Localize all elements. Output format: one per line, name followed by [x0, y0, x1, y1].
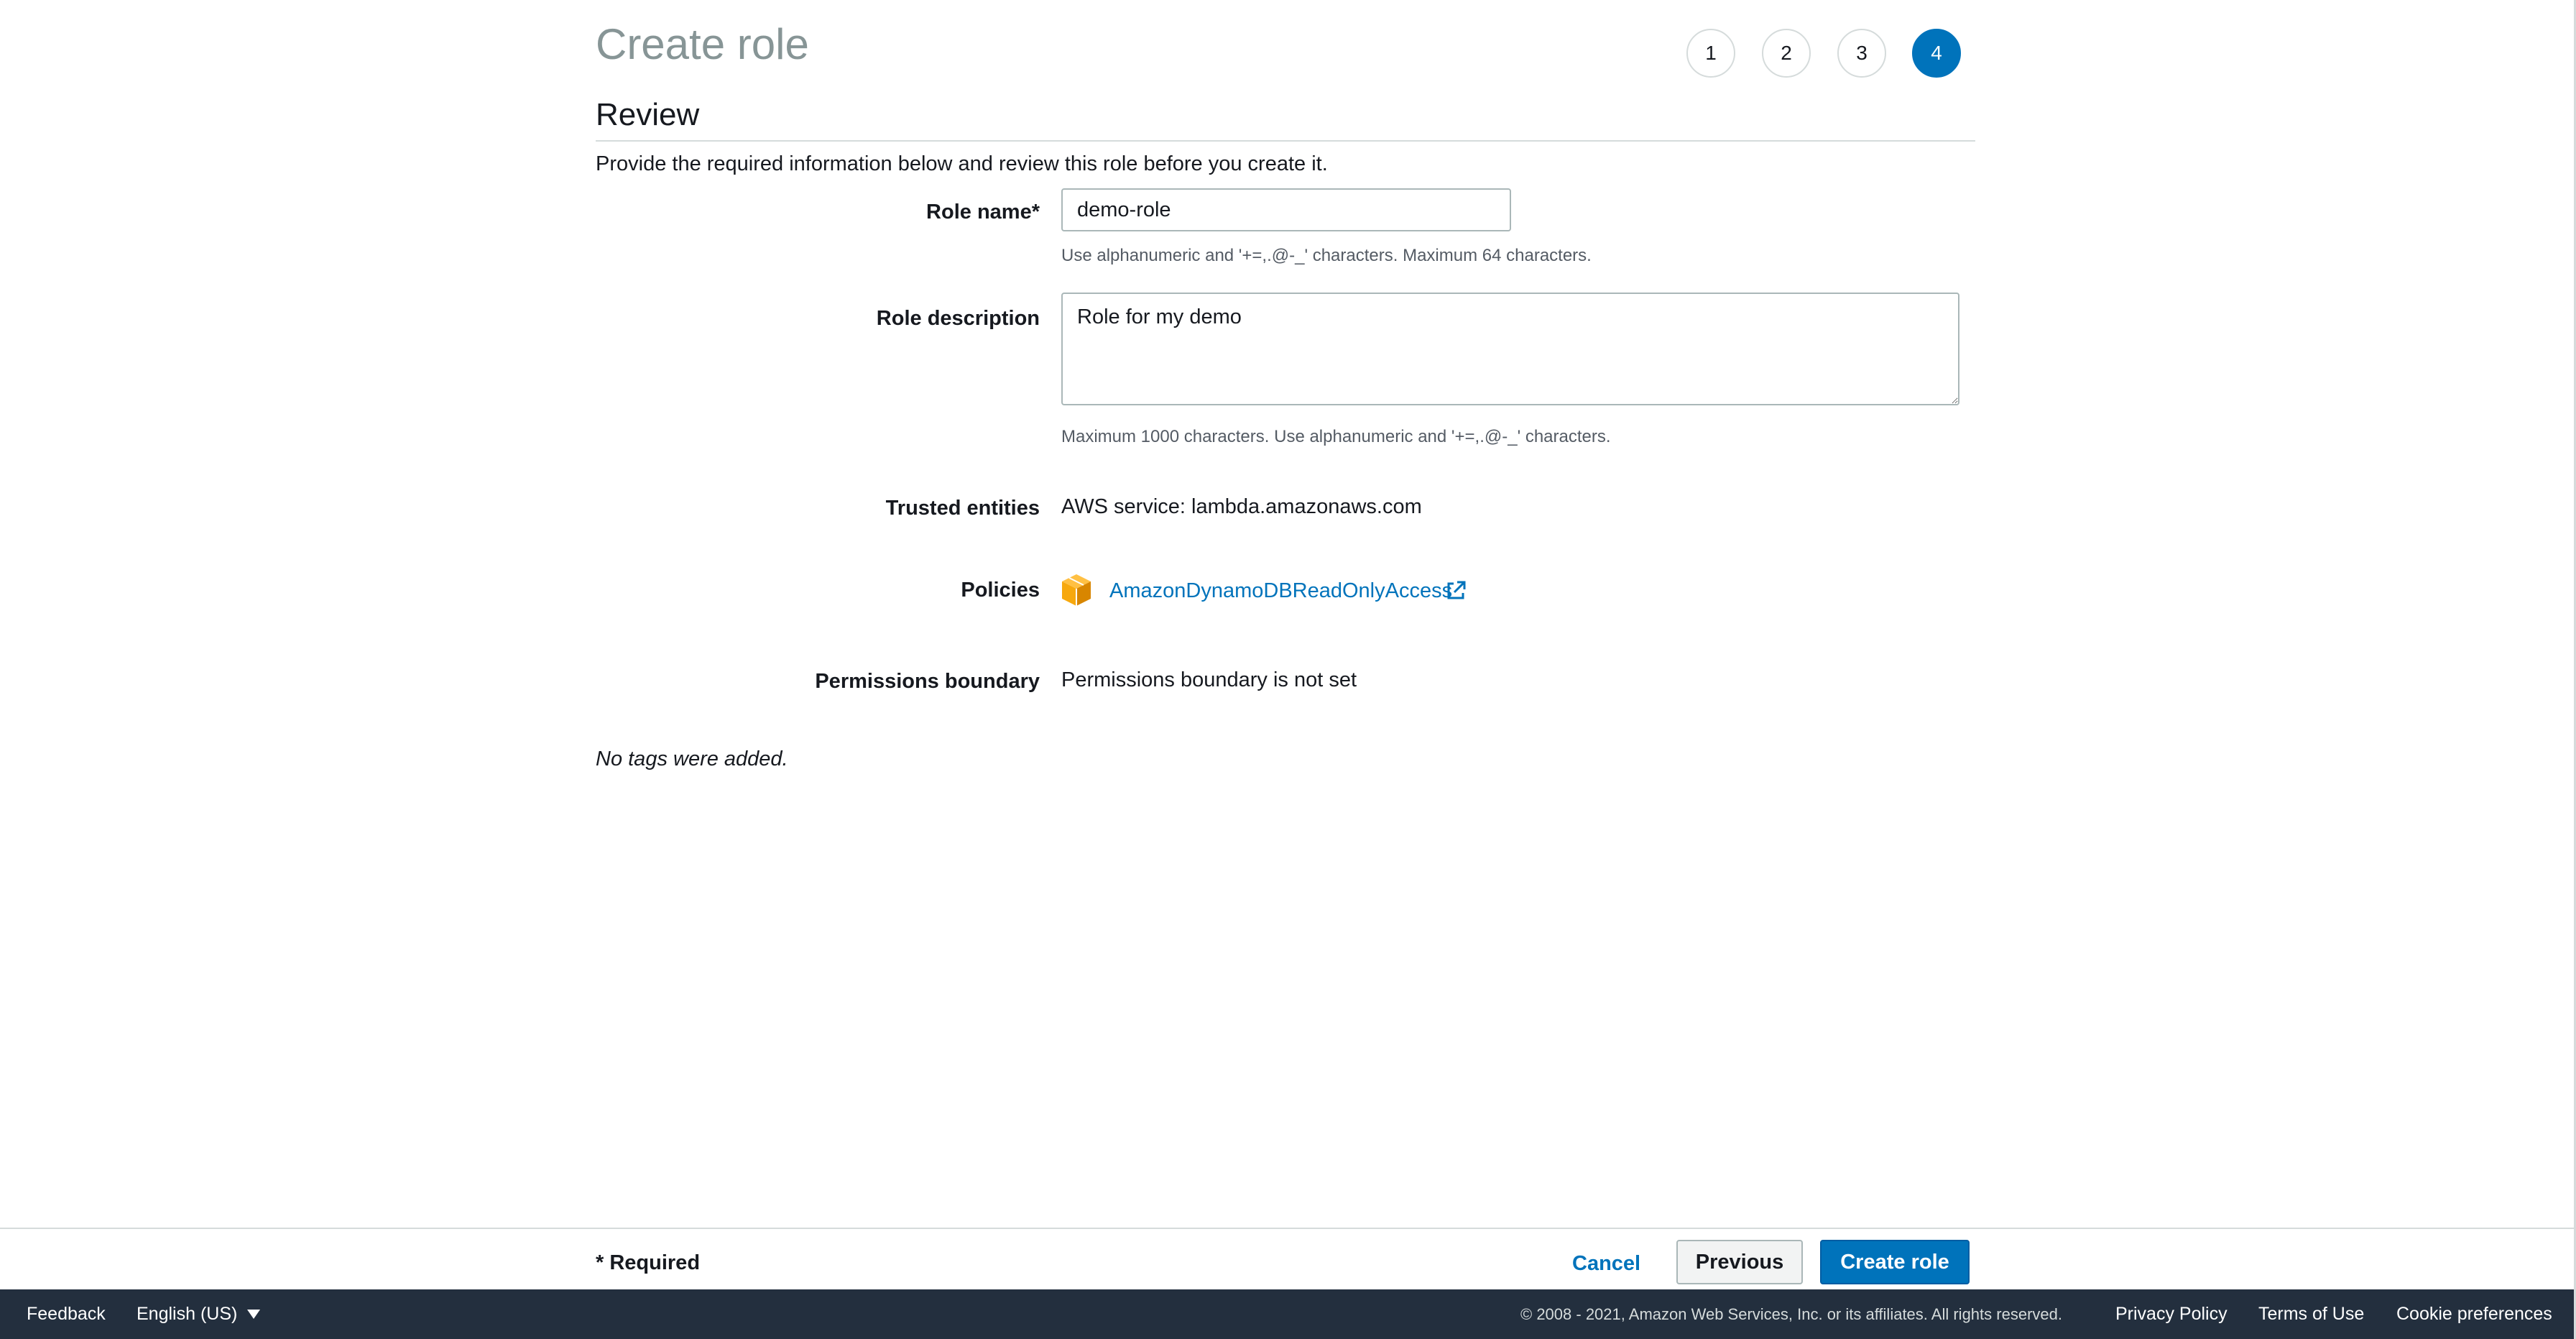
role-name-input[interactable] — [1061, 188, 1511, 231]
section-divider — [596, 140, 1975, 142]
role-description-label: Role description — [876, 307, 1040, 330]
feedback-link[interactable]: Feedback — [27, 1289, 106, 1339]
no-tags-note: No tags were added. — [596, 747, 788, 770]
permissions-boundary-value: Permissions boundary is not set — [1061, 668, 1357, 691]
intro-text: Provide the required information below a… — [596, 152, 1328, 175]
required-note: * Required — [596, 1251, 701, 1274]
create-role-button[interactable]: Create role — [1820, 1240, 1970, 1284]
language-selector[interactable]: English (US) — [137, 1289, 261, 1339]
wizard-action-bar — [0, 1228, 2574, 1291]
policy-link-amazondynamodbreadonlyaccess[interactable]: AmazonDynamoDBReadOnlyAccess — [1109, 576, 1452, 605]
role-description-textarea[interactable]: Role for my demo — [1061, 293, 1959, 405]
cancel-button[interactable]: Cancel — [1558, 1242, 1655, 1285]
wizard-step-2[interactable]: 2 — [1762, 29, 1811, 78]
permissions-boundary-label: Permissions boundary — [815, 670, 1040, 693]
copyright-text: © 2008 - 2021, Amazon Web Services, Inc.… — [1520, 1305, 2062, 1323]
cookie-preferences-link[interactable]: Cookie preferences — [2396, 1289, 2552, 1339]
trusted-entities-value: AWS service: lambda.amazonaws.com — [1061, 495, 1422, 518]
wizard-step-1[interactable]: 1 — [1686, 29, 1735, 78]
previous-button[interactable]: Previous — [1676, 1240, 1803, 1284]
wizard-step-4-current: 4 — [1912, 29, 1961, 78]
console-footer: Feedback English (US) © 2008 - 2021, Ama… — [0, 1289, 2574, 1339]
page-title: Create role — [596, 20, 809, 68]
external-link-icon[interactable] — [1444, 579, 1467, 602]
role-name-hint: Use alphanumeric and '+=,.@-_' character… — [1061, 246, 1592, 265]
section-title: Review — [596, 97, 700, 132]
aws-managed-policy-cube-icon — [1062, 574, 1091, 606]
role-name-label: Role name* — [926, 201, 1040, 224]
role-description-hint: Maximum 1000 characters. Use alphanumeri… — [1061, 427, 1611, 446]
wizard-step-3[interactable]: 3 — [1837, 29, 1886, 78]
terms-of-use-link[interactable]: Terms of Use — [2258, 1289, 2364, 1339]
caret-down-icon — [247, 1310, 261, 1319]
policies-label: Policies — [961, 579, 1040, 602]
privacy-policy-link[interactable]: Privacy Policy — [2115, 1289, 2228, 1339]
trusted-entities-label: Trusted entities — [885, 497, 1040, 520]
language-label: English (US) — [137, 1304, 238, 1324]
